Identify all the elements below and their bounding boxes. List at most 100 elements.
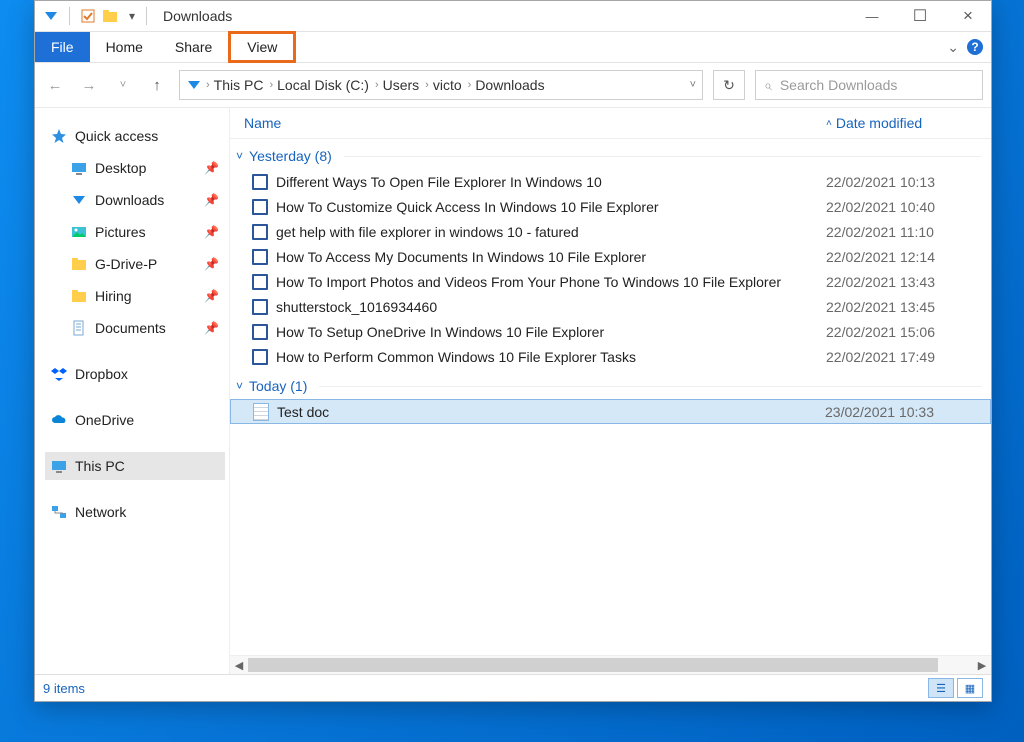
file-name: How To Import Photos and Videos From You… xyxy=(276,274,781,290)
file-row[interactable]: How to Perform Common Windows 10 File Ex… xyxy=(230,344,991,369)
pin-icon: 📌 xyxy=(204,321,219,335)
path-segment[interactable]: Downloads xyxy=(475,77,544,93)
path-segment[interactable]: This PC› xyxy=(214,77,273,93)
folder-icon xyxy=(71,288,87,304)
file-row[interactable]: Different Ways To Open File Explorer In … xyxy=(230,169,991,194)
file-row[interactable]: How To Access My Documents In Windows 10… xyxy=(230,244,991,269)
file-name: How To Setup OneDrive In Windows 10 File… xyxy=(276,324,604,340)
word-file-icon xyxy=(252,224,268,240)
details-view-button[interactable]: ☰ xyxy=(928,678,954,698)
minimize-button[interactable]: — xyxy=(857,9,887,24)
sidebar-dropbox[interactable]: Dropbox xyxy=(45,360,225,388)
chevron-down-icon: ˅ xyxy=(236,379,243,393)
sidebar-item-pictures[interactable]: Pictures📌 xyxy=(45,218,225,246)
sidebar-network[interactable]: Network xyxy=(45,498,225,526)
file-date: 22/02/2021 10:40 xyxy=(826,199,991,215)
ribbon-expand-icon[interactable]: ⌄ xyxy=(947,39,959,56)
file-list-pane: Name ˄Date modified ˅Yesterday (8) Differ… xyxy=(230,108,991,674)
file-name: get help with file explorer in windows 1… xyxy=(276,224,579,240)
up-button[interactable]: ↑ xyxy=(145,77,169,94)
pin-icon: 📌 xyxy=(204,257,219,271)
sidebar-item-downloads[interactable]: Downloads📌 xyxy=(45,186,225,214)
desktop-icon xyxy=(71,160,87,176)
file-date: 22/02/2021 13:45 xyxy=(826,299,991,315)
sidebar-item-hiring[interactable]: Hiring📌 xyxy=(45,282,225,310)
file-name: How To Access My Documents In Windows 10… xyxy=(276,249,646,265)
pictures-icon xyxy=(71,224,87,240)
search-placeholder: Search Downloads xyxy=(780,77,898,93)
file-name: Different Ways To Open File Explorer In … xyxy=(276,174,602,190)
file-date: 22/02/2021 10:13 xyxy=(826,174,991,190)
pin-icon: 📌 xyxy=(204,289,219,303)
word-file-icon xyxy=(252,324,268,340)
file-row[interactable]: get help with file explorer in windows 1… xyxy=(230,219,991,244)
column-headers: Name ˄Date modified xyxy=(230,108,991,139)
word-file-icon xyxy=(252,299,268,315)
title-bar: ▾ Downloads — ☐ × xyxy=(35,1,991,32)
horizontal-scrollbar[interactable]: ◀ ▶ xyxy=(230,655,991,674)
ribbon-tabs: File Home Share View ⌄ ? xyxy=(35,32,991,63)
recent-locations-icon[interactable]: ˅ xyxy=(111,79,135,91)
dropbox-icon xyxy=(51,366,67,382)
status-bar: 9 items ☰ ▦ xyxy=(35,674,991,701)
help-icon[interactable]: ? xyxy=(967,39,983,55)
tab-home[interactable]: Home xyxy=(90,32,159,62)
scroll-thumb[interactable] xyxy=(248,658,938,672)
network-icon xyxy=(51,504,67,520)
close-button[interactable]: × xyxy=(953,6,983,26)
path-segment[interactable]: victo› xyxy=(433,77,471,93)
file-date: 22/02/2021 11:10 xyxy=(826,224,991,240)
group-header[interactable]: ˅ Today (1) xyxy=(230,373,991,399)
tab-share[interactable]: Share xyxy=(159,32,228,62)
file-row[interactable]: shutterstock_101693446022/02/2021 13:45 xyxy=(230,294,991,319)
group-header[interactable]: ˅Yesterday (8) xyxy=(230,143,991,169)
group-label: Today (1) xyxy=(249,378,307,394)
word-file-icon xyxy=(252,274,268,290)
address-dropdown-icon[interactable]: ˅ xyxy=(690,79,696,91)
sidebar-quick-access[interactable]: Quick access xyxy=(45,122,225,150)
file-row[interactable]: How To Customize Quick Access In Windows… xyxy=(230,194,991,219)
qat-dropdown-icon[interactable]: ▾ xyxy=(124,8,140,24)
onedrive-icon xyxy=(51,412,67,428)
properties-icon[interactable] xyxy=(80,8,96,24)
large-icons-view-button[interactable]: ▦ xyxy=(957,678,983,698)
file-date: 22/02/2021 17:49 xyxy=(826,349,991,365)
scroll-right-icon[interactable]: ▶ xyxy=(973,659,991,672)
refresh-button[interactable]: ↻ xyxy=(713,70,745,100)
sidebar-item-gdrivep[interactable]: G-Drive-P📌 xyxy=(45,250,225,278)
column-date[interactable]: ˄Date modified xyxy=(826,115,991,131)
address-bar[interactable]: › This PC› Local Disk (C:)› Users› victo… xyxy=(179,70,703,100)
search-box[interactable]: ⌕ Search Downloads xyxy=(755,70,983,100)
tab-view[interactable]: View xyxy=(228,31,296,63)
folder-icon[interactable] xyxy=(102,8,118,24)
tab-file[interactable]: File xyxy=(35,32,90,62)
file-date: 22/02/2021 12:14 xyxy=(826,249,991,265)
path-segment[interactable]: Local Disk (C:)› xyxy=(277,77,378,93)
maximize-button[interactable]: ☐ xyxy=(905,6,935,26)
pin-icon: 📌 xyxy=(204,193,219,207)
scroll-left-icon[interactable]: ◀ xyxy=(230,659,248,672)
back-button[interactable]: ← xyxy=(43,77,67,94)
word-file-icon xyxy=(252,349,268,365)
down-arrow-icon[interactable] xyxy=(43,8,59,24)
sidebar-onedrive[interactable]: OneDrive xyxy=(45,406,225,434)
column-name[interactable]: Name xyxy=(244,115,826,131)
word-file-icon xyxy=(252,174,268,190)
folder-icon xyxy=(71,256,87,272)
navigation-pane: Quick access Desktop📌 Downloads📌 Picture… xyxy=(35,108,230,674)
file-list[interactable]: ˅Yesterday (8) Different Ways To Open Fil… xyxy=(230,139,991,655)
file-name: Test doc xyxy=(277,404,329,420)
file-name: How to Perform Common Windows 10 File Ex… xyxy=(276,349,636,365)
file-row[interactable]: Test doc23/02/2021 10:33 xyxy=(230,399,991,424)
file-date: 22/02/2021 15:06 xyxy=(826,324,991,340)
sidebar-this-pc[interactable]: This PC xyxy=(45,452,225,480)
sidebar-item-desktop[interactable]: Desktop📌 xyxy=(45,154,225,182)
file-row[interactable]: How To Setup OneDrive In Windows 10 File… xyxy=(230,319,991,344)
documents-icon xyxy=(71,320,87,336)
pc-icon xyxy=(51,458,67,474)
forward-button[interactable]: → xyxy=(77,77,101,94)
path-segment[interactable]: Users› xyxy=(383,77,429,93)
sidebar-item-documents[interactable]: Documents📌 xyxy=(45,314,225,342)
file-row[interactable]: How To Import Photos and Videos From You… xyxy=(230,269,991,294)
pin-icon: 📌 xyxy=(204,161,219,175)
